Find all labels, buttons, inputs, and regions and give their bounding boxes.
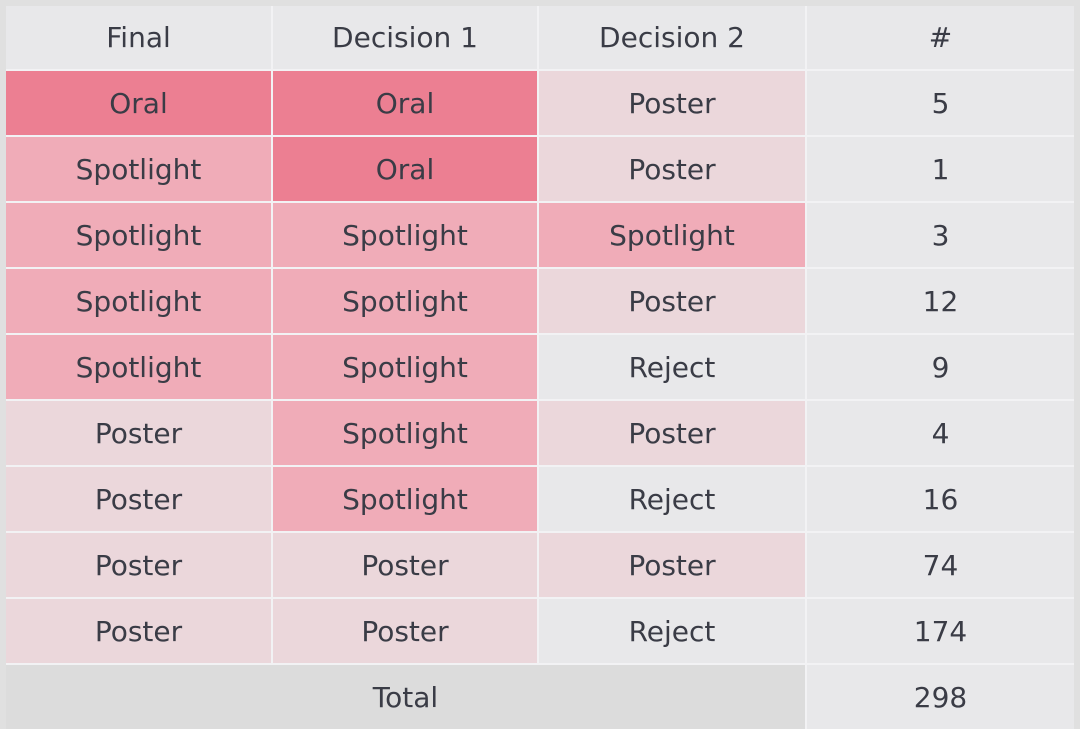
table-row: Spotlight Spotlight Poster 12 <box>6 268 1074 335</box>
cell-count: 174 <box>806 598 1074 665</box>
cell-decision1: Oral <box>272 136 539 203</box>
cell-decision2: Reject <box>538 466 807 533</box>
table-header-row: Final Decision 1 Decision 2 # <box>6 6 1074 71</box>
cell-decision2: Poster <box>538 268 807 335</box>
cell-decision2: Poster <box>538 136 807 203</box>
cell-final: Poster <box>6 400 273 467</box>
cell-count: 3 <box>806 202 1074 269</box>
table-row: Poster Poster Reject 174 <box>6 598 1074 665</box>
column-header-final: Final <box>6 6 273 71</box>
cell-count: 74 <box>806 532 1074 599</box>
table-row: Spotlight Spotlight Reject 9 <box>6 334 1074 401</box>
column-header-decision2: Decision 2 <box>538 6 807 71</box>
cell-decision1: Spotlight <box>272 466 539 533</box>
cell-count: 1 <box>806 136 1074 203</box>
table-header: Final Decision 1 Decision 2 # <box>6 6 1074 71</box>
total-count: 298 <box>806 664 1074 729</box>
table-row: Poster Poster Poster 74 <box>6 532 1074 599</box>
decision-table-container: Final Decision 1 Decision 2 # Oral Oral Po… <box>6 6 1074 729</box>
cell-decision2: Poster <box>538 532 807 599</box>
cell-final: Spotlight <box>6 334 273 401</box>
cell-decision1: Spotlight <box>272 400 539 467</box>
cell-final: Spotlight <box>6 202 273 269</box>
cell-decision1: Poster <box>272 532 539 599</box>
cell-count: 12 <box>806 268 1074 335</box>
cell-decision1: Poster <box>272 598 539 665</box>
cell-decision2: Reject <box>538 334 807 401</box>
table-row: Spotlight Oral Poster 1 <box>6 136 1074 203</box>
table-body: Oral Oral Poster 5 Spotlight Oral Poster 1 Spotl… <box>6 70 1074 729</box>
column-header-count: # <box>806 6 1074 71</box>
table-row: Poster Spotlight Reject 16 <box>6 466 1074 533</box>
cell-decision1: Spotlight <box>272 202 539 269</box>
cell-decision2: Poster <box>538 400 807 467</box>
table-row: Oral Oral Poster 5 <box>6 70 1074 137</box>
column-header-decision1: Decision 1 <box>272 6 539 71</box>
cell-final: Spotlight <box>6 268 273 335</box>
cell-final: Oral <box>6 70 273 137</box>
table-row: Poster Spotlight Poster 4 <box>6 400 1074 467</box>
cell-final: Poster <box>6 598 273 665</box>
cell-decision2: Poster <box>538 70 807 137</box>
cell-count: 4 <box>806 400 1074 467</box>
cell-count: 16 <box>806 466 1074 533</box>
cell-decision2: Spotlight <box>538 202 807 269</box>
decision-outcome-table: Final Decision 1 Decision 2 # Oral Oral Po… <box>6 6 1074 729</box>
cell-final: Poster <box>6 532 273 599</box>
cell-count: 9 <box>806 334 1074 401</box>
table-total-row: Total 298 <box>6 664 1074 729</box>
cell-decision2: Reject <box>538 598 807 665</box>
total-label: Total <box>6 664 807 729</box>
cell-decision1: Spotlight <box>272 334 539 401</box>
cell-decision1: Spotlight <box>272 268 539 335</box>
cell-decision1: Oral <box>272 70 539 137</box>
cell-final: Spotlight <box>6 136 273 203</box>
cell-final: Poster <box>6 466 273 533</box>
cell-count: 5 <box>806 70 1074 137</box>
table-row: Spotlight Spotlight Spotlight 3 <box>6 202 1074 269</box>
